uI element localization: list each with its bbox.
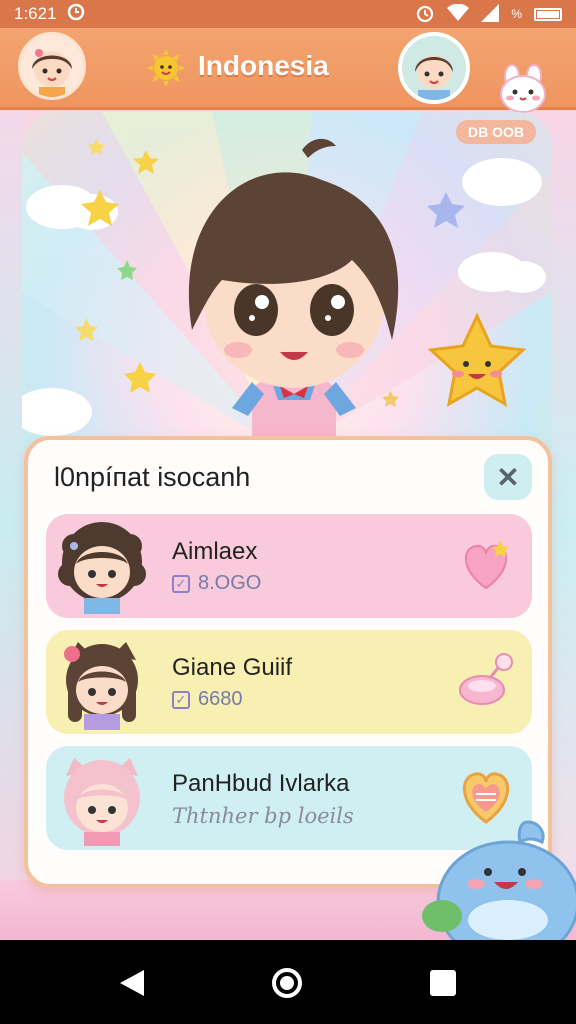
status-time: 1:621	[14, 4, 57, 23]
card-name: PanHbud Ivlarka	[172, 770, 350, 797]
sun-mascot-icon	[146, 48, 186, 88]
user-avatar[interactable]	[18, 32, 86, 100]
app-header: Indonesia	[0, 28, 576, 113]
signal-icon	[481, 3, 500, 25]
back-icon[interactable]	[118, 968, 146, 998]
whale-mascot-illustration	[422, 820, 576, 942]
system-nav-bar	[0, 940, 576, 1024]
panel-title: Ɩ0npíпat isocanh	[54, 462, 251, 492]
checkbox-icon: ✓	[172, 574, 190, 593]
card-sub: ✓ 6680	[172, 688, 243, 711]
close-icon: ✕	[496, 461, 520, 493]
card-sub-value: 8.OGO	[198, 572, 262, 594]
wifi-icon	[447, 3, 470, 25]
left-background-strip	[0, 110, 24, 940]
profile-avatar-icon	[402, 36, 466, 100]
battery-icon	[534, 7, 562, 21]
main-character-illustration	[188, 138, 399, 450]
girl-avatar-icon	[21, 35, 83, 97]
profile-avatar-button[interactable]	[398, 32, 470, 104]
ring-icon[interactable]	[454, 648, 518, 712]
heart-icon[interactable]	[454, 532, 518, 596]
close-button[interactable]: ✕	[484, 454, 532, 500]
hero-illustration: DB OOB	[22, 112, 552, 452]
card-sub-value: 6680	[198, 688, 243, 710]
sync-icon	[67, 3, 85, 26]
status-extra-text: %	[511, 7, 522, 21]
status-bar: 1:621 %	[0, 0, 576, 28]
card-sub: Thtnher bp loeils	[172, 804, 354, 828]
checkbox-icon: ✓	[172, 690, 190, 709]
alarm-icon	[415, 3, 435, 26]
home-icon[interactable]	[272, 968, 302, 998]
pink-hair-girl-avatar-icon	[64, 758, 140, 846]
stage-badge: DB OOB	[456, 120, 536, 144]
header-title: Indonesia	[198, 50, 329, 81]
character-card-1[interactable]: Aimlaex ✓ 8.OGO	[46, 514, 532, 618]
card-name: Giane Guiif	[172, 654, 293, 681]
curly-hair-girl-avatar-icon	[58, 522, 146, 614]
recent-apps-icon[interactable]	[430, 970, 456, 996]
card-name: Aimlaex	[172, 538, 258, 565]
bunny-mascot-icon[interactable]	[496, 64, 552, 116]
character-card-2[interactable]: Giane Guiif ✓ 6680	[46, 630, 532, 734]
card-sub: ✓ 8.OGO	[172, 572, 261, 595]
star-friend-illustration	[427, 312, 527, 407]
cat-ear-girl-avatar-icon	[64, 642, 138, 730]
